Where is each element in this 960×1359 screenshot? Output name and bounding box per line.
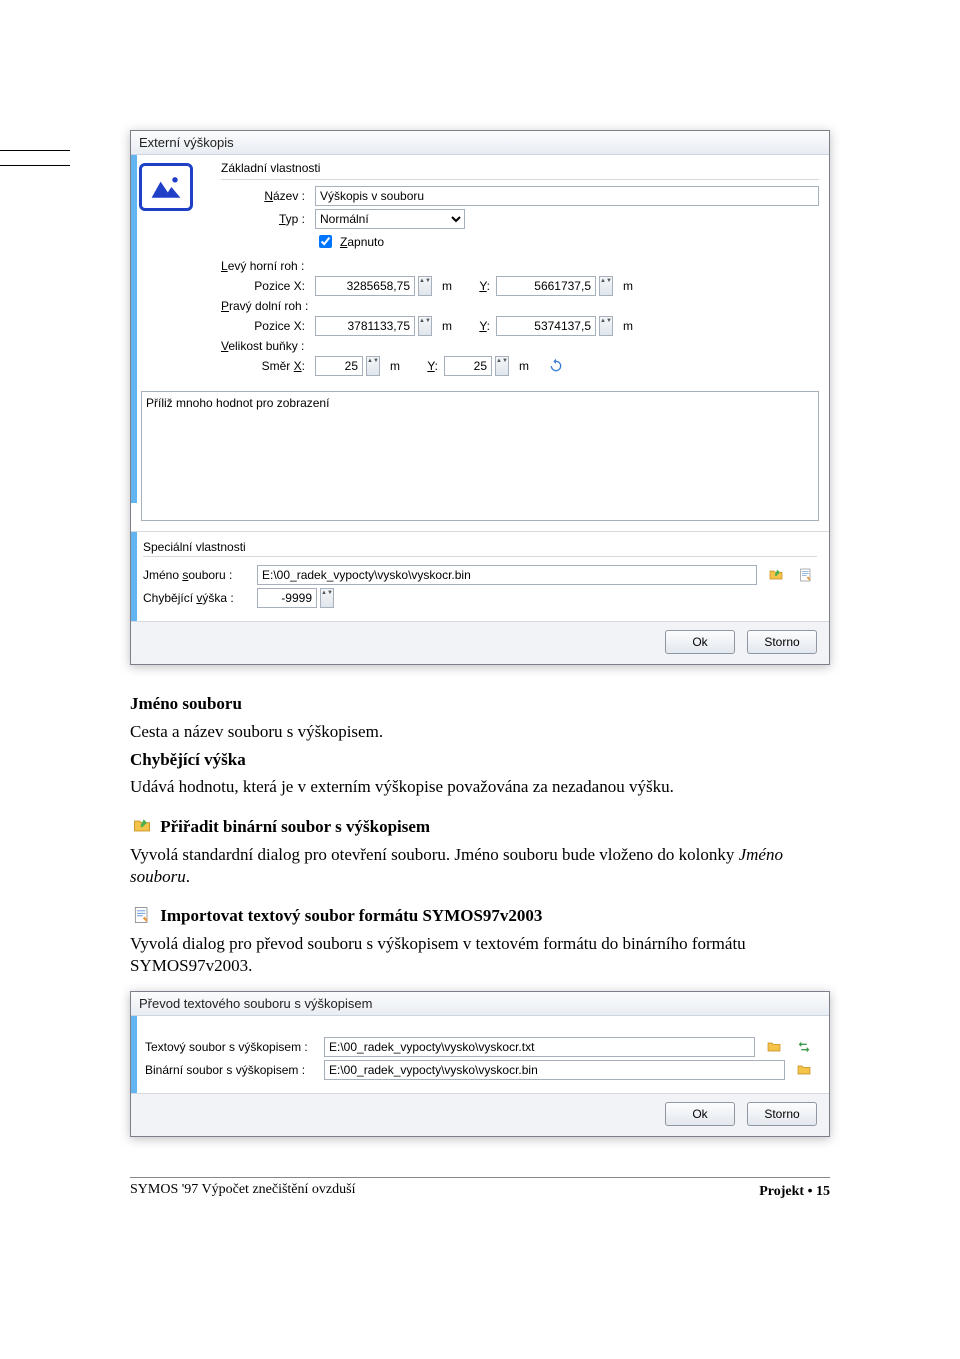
header-rule-1 — [0, 150, 70, 151]
chybejici-input[interactable] — [257, 588, 317, 608]
chybejici-label: Chybějící výška : — [143, 591, 253, 605]
levy-label: Levý horní roh : — [221, 259, 310, 273]
grid-message: Příliž mnoho hodnot pro zobrazení — [146, 396, 329, 410]
convert-icon[interactable] — [793, 1037, 815, 1057]
nazev-label: Název : — [221, 189, 311, 203]
spin-icon[interactable]: ▲▼ — [599, 316, 613, 336]
spin-icon[interactable]: ▲▼ — [366, 356, 380, 376]
page-footer: SYMOS '97 Výpočet znečištění ovzduší Pro… — [130, 1177, 830, 1200]
text-soubor-label: Textový soubor s výškopisem : — [145, 1040, 320, 1054]
dialog-externi-vyskopis: Externí výškopis Základní vlastnosti Náz… — [130, 130, 830, 665]
import-text-icon[interactable] — [795, 565, 817, 585]
storno-button[interactable]: Storno — [747, 630, 817, 654]
typ-label: Typ : — [221, 212, 311, 226]
import-text-icon — [130, 905, 154, 925]
spin-icon[interactable]: ▲▼ — [495, 356, 509, 376]
spin-icon[interactable]: ▲▼ — [599, 276, 613, 296]
y2-label: Y: — [462, 319, 492, 333]
jmeno-souboru-label: Jméno souboru : — [143, 568, 253, 582]
smer-y-input[interactable] — [444, 356, 492, 376]
header-rule-2 — [0, 165, 70, 166]
heading-chybejici: Chybějící výška — [130, 749, 830, 771]
p-import: Vyvolá dialog pro převod souboru s výško… — [130, 933, 830, 977]
zapnuto-label: Zapnuto — [340, 235, 384, 249]
pozice-x1-label: Pozice X: — [221, 279, 311, 293]
open-folder-icon — [130, 816, 154, 836]
pd-y-input[interactable] — [496, 316, 596, 336]
spin-icon[interactable]: ▲▼ — [418, 276, 432, 296]
smer-x-input[interactable] — [315, 356, 363, 376]
unit-m: m — [436, 279, 458, 293]
section-special-label: Speciální vlastnosti — [143, 540, 817, 554]
accent-bar — [131, 1016, 137, 1093]
zapnuto-checkbox[interactable] — [319, 235, 332, 248]
lh-y-input[interactable] — [496, 276, 596, 296]
p-priradit: Vyvolá standardní dialog pro otevření so… — [130, 844, 830, 888]
y1-label: Y: — [462, 279, 492, 293]
accent-bar — [131, 532, 137, 621]
text-soubor-input[interactable] — [324, 1037, 755, 1057]
open-folder-icon[interactable] — [793, 1060, 815, 1080]
document-body: Jméno souboru Cesta a název souboru s vý… — [130, 693, 830, 977]
velikost-label: Velikost buňky : — [221, 339, 310, 353]
refresh-icon[interactable] — [545, 356, 567, 376]
p-chybejici: Udává hodnotu, která je v externím výško… — [130, 776, 830, 798]
ok-button[interactable]: Ok — [665, 630, 735, 654]
p-jmeno-souboru: Cesta a název souboru s výškopisem. — [130, 721, 830, 743]
dialog-prevod: Převod textového souboru s výškopisem Te… — [130, 991, 830, 1137]
pozice-x2-label: Pozice X: — [221, 319, 311, 333]
spin-icon[interactable]: ▲▼ — [320, 588, 334, 608]
heading-priradit: Přiřadit binární soubor s výškopisem — [160, 817, 430, 836]
values-grid: Příliž mnoho hodnot pro zobrazení — [141, 391, 819, 521]
y3-label: Y: — [410, 359, 440, 373]
storno-button[interactable]: Storno — [747, 1102, 817, 1126]
pd-x-input[interactable] — [315, 316, 415, 336]
footer-right: Projekt • 15 — [759, 1182, 830, 1200]
smer-x-label: Směr X: — [221, 359, 311, 373]
spin-icon[interactable]: ▲▼ — [418, 316, 432, 336]
ok-button[interactable]: Ok — [665, 1102, 735, 1126]
nazev-input[interactable] — [315, 186, 819, 206]
footer-left: SYMOS '97 Výpočet znečištění ovzduší — [130, 1182, 355, 1200]
bin-soubor-input[interactable] — [324, 1060, 785, 1080]
heading-jmeno-souboru: Jméno souboru — [130, 693, 830, 715]
lh-x-input[interactable] — [315, 276, 415, 296]
open-folder-icon[interactable] — [765, 565, 787, 585]
pravy-label: Pravý dolní roh : — [221, 299, 314, 313]
mountain-image-icon — [139, 163, 193, 211]
section-basic-label: Základní vlastnosti — [221, 161, 819, 175]
dialog2-title: Převod textového souboru s výškopisem — [131, 992, 829, 1016]
bin-soubor-label: Binární soubor s výškopisem : — [145, 1063, 320, 1077]
jmeno-souboru-input[interactable] — [257, 565, 757, 585]
typ-select[interactable]: Normální — [315, 209, 465, 229]
dialog-title: Externí výškopis — [131, 131, 829, 155]
heading-import: Importovat textový soubor formátu SYMOS9… — [160, 906, 542, 925]
open-folder-icon[interactable] — [763, 1037, 785, 1057]
